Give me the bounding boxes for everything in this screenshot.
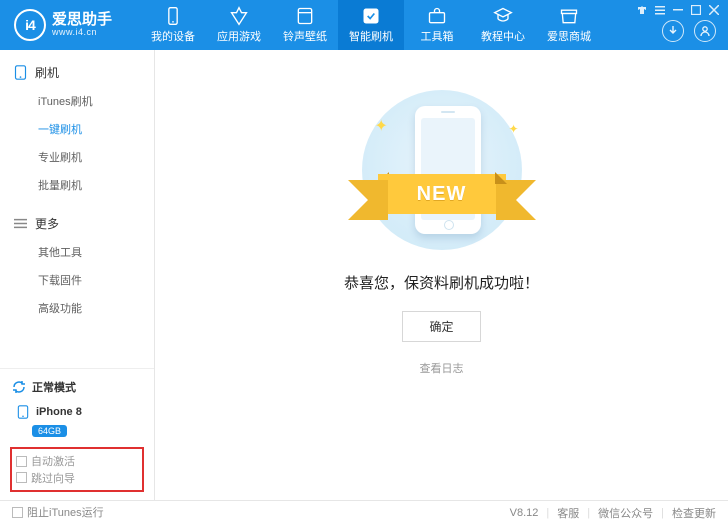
more-icon xyxy=(14,216,27,231)
close-icon[interactable] xyxy=(708,4,720,16)
device-block[interactable]: iPhone 8 64GB xyxy=(8,399,146,443)
new-ribbon: NEW xyxy=(337,172,547,216)
sidebar-item-batch-flash[interactable]: 批量刷机 xyxy=(38,171,154,199)
main-content: ✦ ✦ ✦ NEW 恭喜您，保资料刷机成功啦！ 确定 查看日志 xyxy=(155,50,728,500)
user-icon[interactable] xyxy=(694,20,716,42)
sidebar: 刷机 iTunes刷机 一键刷机 专业刷机 批量刷机 更多 其他工具 下载固件 … xyxy=(0,50,155,500)
sparkle-icon: ✦ xyxy=(375,116,388,136)
refresh-icon xyxy=(12,380,26,394)
success-illustration: ✦ ✦ ✦ NEW xyxy=(337,90,547,250)
brand-name: 爱思助手 xyxy=(52,12,112,29)
main-nav: 我的设备 应用游戏 铃声壁纸 智能刷机 工具箱 教程中心 爱思商城 xyxy=(140,0,602,50)
nav-toolbox[interactable]: 工具箱 xyxy=(404,0,470,50)
device-name: iPhone 8 xyxy=(36,406,82,418)
device-capacity-badge: 64GB xyxy=(32,425,67,437)
nav-my-device[interactable]: 我的设备 xyxy=(140,0,206,50)
status-bar: 阻止iTunes运行 V8.12 | 客服 | 微信公众号 | 检查更新 xyxy=(0,500,728,524)
footer-link-wechat[interactable]: 微信公众号 xyxy=(598,505,653,521)
app-header: i4 爱思助手 www.i4.cn 我的设备 应用游戏 铃声壁纸 智能刷机 工具… xyxy=(0,0,728,50)
sidebar-item-download-firmware[interactable]: 下载固件 xyxy=(38,266,154,294)
options-highlight-box: 自动激活 跳过向导 xyxy=(10,447,144,492)
nav-store[interactable]: 爱思商城 xyxy=(536,0,602,50)
sparkle-icon: ✦ xyxy=(509,122,519,136)
sidebar-item-oneclick-flash[interactable]: 一键刷机 xyxy=(38,115,154,143)
window-controls xyxy=(636,4,720,16)
checkbox-icon xyxy=(16,456,27,467)
sidebar-item-itunes-flash[interactable]: iTunes刷机 xyxy=(38,87,154,115)
maximize-icon[interactable] xyxy=(690,4,702,16)
device-mode[interactable]: 正常模式 xyxy=(8,375,146,399)
sidebar-item-other-tools[interactable]: 其他工具 xyxy=(38,238,154,266)
ok-button[interactable]: 确定 xyxy=(402,311,480,342)
checkbox-block-itunes[interactable]: 阻止iTunes运行 xyxy=(12,504,104,520)
nav-apps-games[interactable]: 应用游戏 xyxy=(206,0,272,50)
view-log-link[interactable]: 查看日志 xyxy=(420,360,464,376)
skin-icon[interactable] xyxy=(636,4,648,16)
download-icon[interactable] xyxy=(662,20,684,42)
success-message: 恭喜您，保资料刷机成功啦！ xyxy=(344,272,539,293)
footer-link-update[interactable]: 检查更新 xyxy=(672,505,716,521)
sidebar-item-advanced[interactable]: 高级功能 xyxy=(38,294,154,322)
nav-smart-flash[interactable]: 智能刷机 xyxy=(338,0,404,50)
checkbox-icon xyxy=(12,507,23,518)
device-phone-icon xyxy=(16,405,30,419)
minimize-icon[interactable] xyxy=(672,4,684,16)
phone-icon xyxy=(14,65,27,80)
checkbox-auto-activate[interactable]: 自动激活 xyxy=(16,453,75,469)
sidebar-section-flash: 刷机 xyxy=(0,60,154,87)
brand-logo-icon: i4 xyxy=(14,9,46,41)
menu-icon[interactable] xyxy=(654,4,666,16)
footer-link-support[interactable]: 客服 xyxy=(557,505,579,521)
brand: i4 爱思助手 www.i4.cn xyxy=(0,9,140,41)
brand-url: www.i4.cn xyxy=(52,28,112,38)
sidebar-item-pro-flash[interactable]: 专业刷机 xyxy=(38,143,154,171)
version-label: V8.12 xyxy=(510,507,539,519)
nav-ringtones-wallpapers[interactable]: 铃声壁纸 xyxy=(272,0,338,50)
nav-tutorials[interactable]: 教程中心 xyxy=(470,0,536,50)
checkbox-icon xyxy=(16,472,27,483)
header-user-icons xyxy=(662,20,716,42)
sidebar-section-more: 更多 xyxy=(0,211,154,238)
checkbox-skip-guide[interactable]: 跳过向导 xyxy=(16,470,75,486)
